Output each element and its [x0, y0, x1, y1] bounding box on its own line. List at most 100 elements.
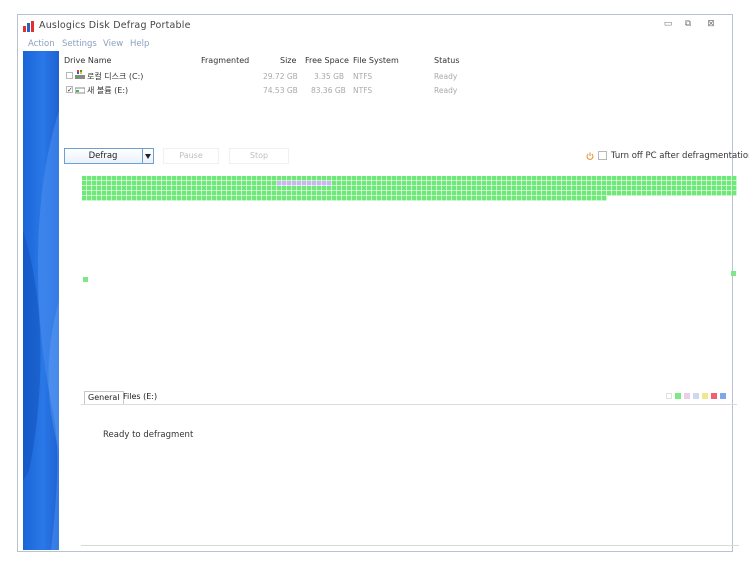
cluster-block: [652, 186, 657, 191]
cluster-block: [232, 191, 237, 196]
cluster-block: [687, 181, 692, 186]
col-file-system[interactable]: File System: [353, 56, 399, 65]
close-button[interactable]: ⊠: [704, 18, 718, 30]
cluster-block: [137, 181, 142, 186]
col-free-space[interactable]: Free Space: [305, 56, 349, 65]
cluster-block: [367, 186, 372, 191]
tab-general[interactable]: General: [84, 391, 124, 405]
cluster-block: [637, 191, 642, 196]
cluster-block: [507, 191, 512, 196]
cluster-block: [547, 181, 552, 186]
menu-help[interactable]: Help: [130, 39, 149, 49]
minimize-button[interactable]: ▭: [661, 18, 675, 30]
cluster-block: [682, 181, 687, 186]
turn-off-checkbox[interactable]: [598, 151, 607, 160]
cluster-block: [482, 181, 487, 186]
cluster-block: [677, 186, 682, 191]
cluster-block: [357, 191, 362, 196]
col-fragmented[interactable]: Fragmented: [201, 56, 249, 65]
cluster-block: [247, 181, 252, 186]
menu-action[interactable]: Action: [28, 39, 55, 49]
cluster-block: [632, 191, 637, 196]
cluster-block: [437, 186, 442, 191]
cluster-block: [212, 196, 217, 201]
cluster-block: [317, 176, 322, 181]
cluster-block: [487, 186, 492, 191]
cluster-block: [627, 176, 632, 181]
cluster-block: [402, 191, 407, 196]
cluster-block: [652, 181, 657, 186]
drive-checkbox[interactable]: ✓: [66, 86, 73, 94]
cluster-block: [187, 176, 192, 181]
cluster-block: [347, 196, 352, 201]
cluster-block: [362, 186, 367, 191]
cluster-block: [302, 191, 307, 196]
cluster-block: [517, 191, 522, 196]
cluster-block: [522, 181, 527, 186]
cluster-block: [602, 176, 607, 181]
cluster-block: [637, 181, 642, 186]
col-drive-name[interactable]: Drive Name: [64, 56, 111, 65]
cluster-block: [222, 181, 227, 186]
cluster-block: [597, 181, 602, 186]
cluster-block: [152, 191, 157, 196]
cluster-block: [122, 186, 127, 191]
cluster-block: [207, 186, 212, 191]
cluster-block: [647, 191, 652, 196]
cluster-block: [277, 186, 282, 191]
col-size[interactable]: Size: [280, 56, 296, 65]
menu-view[interactable]: View: [103, 39, 123, 49]
cluster-block: [517, 196, 522, 201]
cluster-block: [357, 176, 362, 181]
restore-button[interactable]: ⧉: [681, 18, 695, 30]
cluster-block: [487, 176, 492, 181]
cluster-block: [82, 191, 87, 196]
cluster-block: [157, 186, 162, 191]
cluster-block: [292, 176, 297, 181]
cluster-block: [342, 176, 347, 181]
cluster-block: [552, 196, 557, 201]
tab-files[interactable]: Files (E:): [120, 391, 160, 405]
cluster-block: [392, 186, 397, 191]
pause-button[interactable]: Pause: [163, 148, 219, 164]
cluster-block: [462, 176, 467, 181]
cluster-block: [202, 186, 207, 191]
cluster-block: [482, 196, 487, 201]
cluster-block: [157, 196, 162, 201]
cluster-block: [382, 181, 387, 186]
cluster-block: [647, 181, 652, 186]
cluster-block: [627, 191, 632, 196]
cluster-block: [652, 176, 657, 181]
cluster-block: [172, 191, 177, 196]
cluster-block: [302, 196, 307, 201]
cluster-block: [587, 191, 592, 196]
cluster-block: [242, 191, 247, 196]
cluster-block: [562, 186, 567, 191]
cluster-block: [257, 176, 262, 181]
cluster-block: [457, 181, 462, 186]
cluster-block: [127, 186, 132, 191]
defrag-button[interactable]: Defrag: [64, 148, 154, 164]
cluster-block: [402, 181, 407, 186]
menu-settings[interactable]: Settings: [62, 39, 97, 49]
drive-checkbox[interactable]: [66, 72, 73, 79]
cluster-block: [547, 196, 552, 201]
cluster-block: [287, 196, 292, 201]
cluster-block: [572, 196, 577, 201]
cluster-block: [692, 176, 697, 181]
cluster-block: [542, 186, 547, 191]
col-status[interactable]: Status: [434, 56, 460, 65]
cluster-block: [242, 176, 247, 181]
cluster-block: [667, 186, 672, 191]
chevron-down-icon[interactable]: [145, 154, 151, 159]
cluster-block: [192, 196, 197, 201]
cluster-block: [372, 181, 377, 186]
cluster-block: [732, 191, 737, 196]
cluster-block: [397, 196, 402, 201]
cluster-block: [297, 191, 302, 196]
cluster-block: [227, 176, 232, 181]
stop-button[interactable]: Stop: [229, 148, 289, 164]
cluster-block: [427, 181, 432, 186]
cluster-block: [422, 191, 427, 196]
cluster-block: [502, 191, 507, 196]
